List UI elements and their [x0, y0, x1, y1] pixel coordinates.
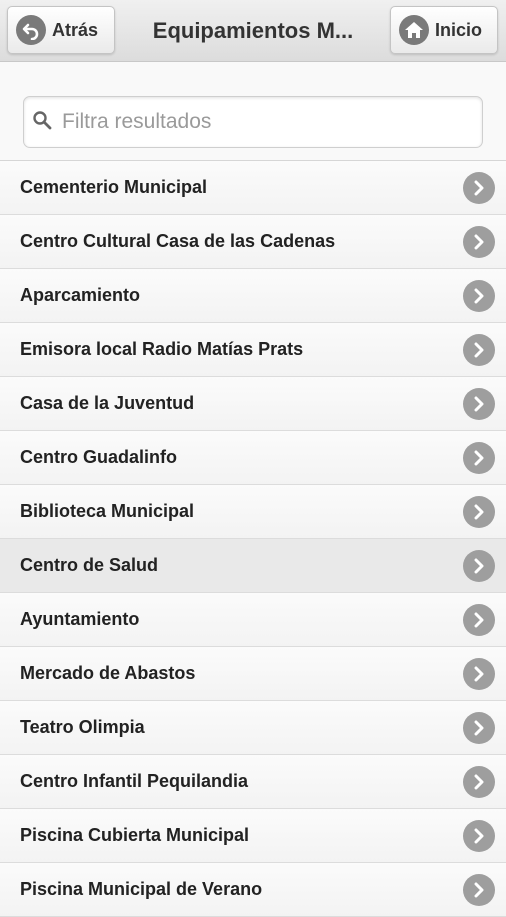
list-item[interactable]: Biblioteca Municipal: [0, 485, 506, 539]
list-item[interactable]: Ayuntamiento: [0, 593, 506, 647]
search-field[interactable]: [23, 96, 483, 148]
list-item-label: Emisora local Radio Matías Prats: [20, 339, 304, 359]
search-icon: [32, 110, 52, 135]
list-item-label: Piscina Municipal de Verano: [20, 879, 263, 899]
list-item-label: Teatro Olimpia: [20, 717, 145, 737]
list-item[interactable]: Centro Cultural Casa de las Cadenas: [0, 215, 506, 269]
chevron-right-icon: [463, 171, 495, 204]
list-item-label: Centro de Salud: [20, 555, 159, 575]
chevron-right-icon: [463, 765, 495, 798]
home-button[interactable]: Inicio: [390, 6, 498, 54]
list-item-label: Centro Cultural Casa de las Cadenas: [20, 231, 336, 251]
chevron-right-icon: [463, 873, 495, 906]
chevron-right-icon: [463, 279, 495, 312]
chevron-right-icon: [463, 819, 495, 852]
chevron-right-icon: [463, 711, 495, 744]
back-arrow-icon: [16, 15, 46, 45]
list-item-label: Centro Guadalinfo: [20, 447, 177, 467]
header-bar: Atrás Equipamientos M... Inicio: [0, 0, 506, 62]
back-button[interactable]: Atrás: [7, 6, 115, 54]
list-item[interactable]: Centro Infantil Pequilandia: [0, 755, 506, 809]
list-item-label: Casa de la Juventud: [20, 393, 195, 413]
list-item-label: Ayuntamiento: [20, 609, 140, 629]
list-item-label: Cementerio Municipal: [20, 177, 208, 197]
back-button-label: Atrás: [52, 19, 99, 40]
list-item-label: Biblioteca Municipal: [20, 501, 195, 521]
list-item[interactable]: Emisora local Radio Matías Prats: [0, 323, 506, 377]
page-title: Equipamientos M...: [152, 18, 354, 43]
list-item[interactable]: Teatro Olimpia: [0, 701, 506, 755]
chevron-right-icon: [463, 549, 495, 582]
search-input[interactable]: [60, 109, 482, 135]
list-item[interactable]: Piscina Cubierta Municipal: [0, 809, 506, 863]
chevron-right-icon: [463, 657, 495, 690]
chevron-right-icon: [463, 495, 495, 528]
list-item-label: Aparcamiento: [20, 285, 141, 305]
results-list: Cementerio Municipal Centro Cultural Cas…: [0, 161, 506, 917]
chevron-right-icon: [463, 387, 495, 420]
list-item[interactable]: Centro Guadalinfo: [0, 431, 506, 485]
list-item[interactable]: Cementerio Municipal: [0, 161, 506, 215]
list-item-label: Mercado de Abastos: [20, 663, 196, 683]
list-item[interactable]: Centro de Salud: [0, 539, 506, 593]
chevron-right-icon: [463, 441, 495, 474]
home-icon: [399, 15, 429, 45]
list-item[interactable]: Piscina Municipal de Verano: [0, 863, 506, 917]
chevron-right-icon: [463, 225, 495, 258]
list-item-label: Centro Infantil Pequilandia: [20, 771, 249, 791]
chevron-right-icon: [463, 603, 495, 636]
list-item[interactable]: Casa de la Juventud: [0, 377, 506, 431]
search-bar: [0, 62, 506, 161]
list-item-label: Piscina Cubierta Municipal: [20, 825, 250, 845]
home-button-label: Inicio: [435, 19, 483, 40]
list-item[interactable]: Mercado de Abastos: [0, 647, 506, 701]
chevron-right-icon: [463, 333, 495, 366]
list-item[interactable]: Aparcamiento: [0, 269, 506, 323]
